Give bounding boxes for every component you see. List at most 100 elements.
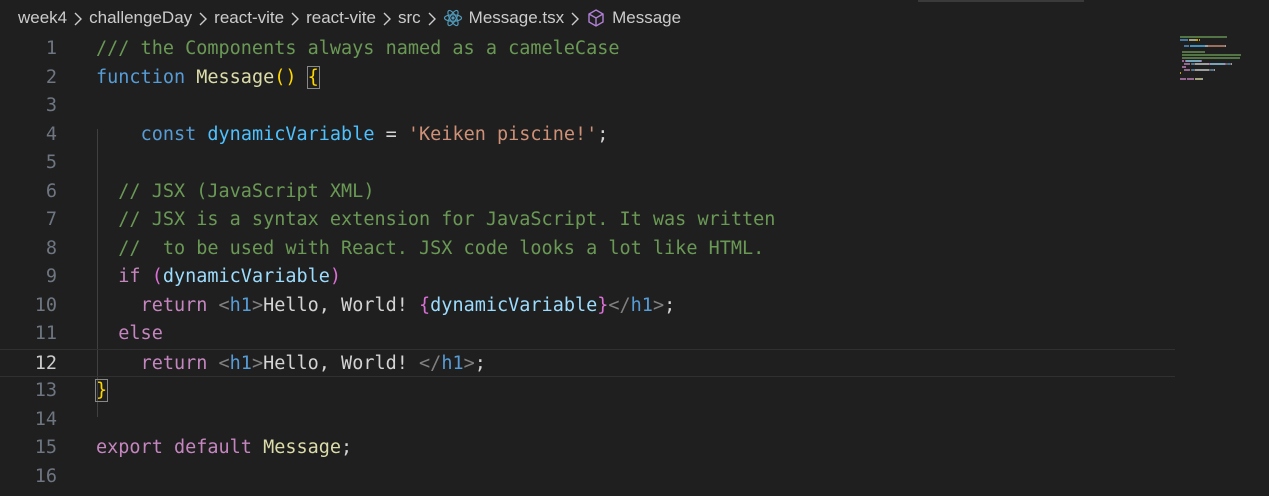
- minimap-stroke: [1187, 78, 1194, 80]
- code-editor[interactable]: 1 /// the Components always named as a ca…: [0, 36, 1175, 496]
- breadcrumb-symbol[interactable]: Message: [612, 8, 681, 28]
- minimap-stroke: [1214, 69, 1215, 71]
- code-token: ;: [474, 352, 486, 374]
- code-line[interactable]: 9 if (dynamicVariable): [0, 263, 1175, 292]
- minimap-stroke: [1201, 60, 1202, 62]
- code-line[interactable]: 7 // JSX is a syntax extension for JavaS…: [0, 206, 1175, 235]
- line-number: 16: [34, 465, 57, 487]
- code-token: if: [118, 266, 141, 287]
- code-content: function Message() {: [96, 64, 320, 93]
- code-token: h1: [229, 294, 252, 316]
- line-number: 7: [45, 209, 57, 230]
- code-line[interactable]: 1 /// the Components always named as a ca…: [0, 35, 1175, 64]
- line-number: 15: [34, 437, 57, 458]
- minimap-stroke: [1182, 51, 1205, 53]
- code-content: return <h1>Hello, World! </h1>;: [96, 350, 486, 379]
- minimap-stroke: [1184, 45, 1189, 47]
- breadcrumb-item-challengeday[interactable]: challengeDay: [89, 8, 192, 28]
- minimap-stroke: [1182, 66, 1186, 68]
- chevron-right-icon: [376, 8, 398, 28]
- code-content: /// the Components always named as a cam…: [96, 35, 619, 64]
- code-token: ;: [664, 294, 676, 316]
- code-token: <: [218, 352, 230, 374]
- code-token: >: [251, 352, 264, 374]
- code-token: ;: [341, 437, 353, 458]
- code-line[interactable]: 5: [0, 149, 1175, 178]
- breadcrumb-item-src[interactable]: src: [398, 8, 421, 28]
- line-number: 9: [45, 266, 57, 287]
- code-line[interactable]: 11 else: [0, 320, 1175, 349]
- code-token: }: [597, 294, 609, 316]
- code-line[interactable]: 14: [0, 406, 1175, 435]
- minimap-stroke: [1199, 39, 1200, 41]
- code-line[interactable]: 6 // JSX (JavaScript XML): [0, 178, 1175, 207]
- breadcrumb-file[interactable]: Message.tsx: [469, 8, 564, 28]
- line-number: 10: [34, 294, 57, 316]
- chevron-right-icon: [421, 8, 443, 28]
- code-token: ;: [597, 123, 609, 145]
- code-token: function: [96, 66, 186, 88]
- code-token: else: [118, 323, 163, 344]
- line-number: 4: [45, 123, 57, 145]
- code-token: >: [251, 294, 264, 316]
- breadcrumb-item-week4[interactable]: week4: [18, 8, 67, 28]
- code-token: (): [274, 66, 297, 88]
- line-number: 3: [45, 95, 57, 116]
- cube-icon: [586, 8, 606, 28]
- code-token: >: [652, 294, 665, 316]
- minimap-stroke: [1182, 60, 1184, 62]
- breadcrumb-item-react-vite[interactable]: react-vite: [214, 8, 284, 28]
- line-number: 1: [45, 38, 57, 59]
- code-token: /// the Components always named as a cam…: [96, 38, 620, 59]
- code-token: const: [140, 123, 197, 145]
- code-content: const dynamicVariable = 'Keiken piscine!…: [96, 121, 609, 150]
- code-line[interactable]: 10 return <h1>Hello, World! {dynamicVari…: [0, 292, 1175, 321]
- code-content: // to be used with React. JSX code looks…: [96, 235, 764, 264]
- minimap-stroke: [1231, 63, 1232, 65]
- code-line[interactable]: 8 // to be used with React. JSX code loo…: [0, 235, 1175, 264]
- code-line[interactable]: 2 function Message() {: [0, 64, 1175, 93]
- code-content: else: [96, 320, 163, 349]
- chevron-right-icon: [67, 8, 89, 28]
- minimap-stroke: [1195, 69, 1209, 71]
- code-token: return: [140, 352, 208, 374]
- minimap-stroke: [1180, 39, 1188, 41]
- code-line[interactable]: 15 export default Message;: [0, 434, 1175, 463]
- line-number: 8: [45, 237, 57, 259]
- code-token: 'Keiken piscine!': [407, 123, 598, 145]
- code-token: =: [374, 123, 408, 145]
- code-content: return <h1>Hello, World! {dynamicVariabl…: [96, 292, 676, 321]
- minimap-stroke: [1208, 45, 1225, 47]
- code-line[interactable]: 12 return <h1>Hello, World! </h1>;: [0, 348, 1175, 379]
- code-line[interactable]: 13}: [0, 377, 1175, 406]
- minimap-stroke: [1210, 63, 1225, 65]
- minimap-stroke: [1190, 45, 1205, 47]
- minimap[interactable]: [1180, 36, 1250, 96]
- code-line[interactable]: 16: [0, 463, 1175, 492]
- code-token: dynamicVariable: [430, 294, 598, 316]
- code-token: >: [463, 352, 475, 374]
- chevron-right-icon: [564, 8, 586, 28]
- code-line[interactable]: 4 const dynamicVariable = 'Keiken piscin…: [0, 121, 1175, 150]
- minimap-stroke: [1182, 54, 1241, 56]
- code-token: <: [218, 294, 230, 316]
- breadcrumb-item-react-vite-inner[interactable]: react-vite: [306, 8, 376, 28]
- code-token: </: [419, 352, 442, 374]
- minimap-stroke: [1184, 63, 1190, 65]
- minimap-stroke: [1180, 78, 1186, 80]
- line-number: 6: [45, 180, 57, 202]
- code-line[interactable]: 3: [0, 92, 1175, 121]
- code-token: default: [173, 437, 252, 458]
- code-token: h1: [630, 294, 653, 316]
